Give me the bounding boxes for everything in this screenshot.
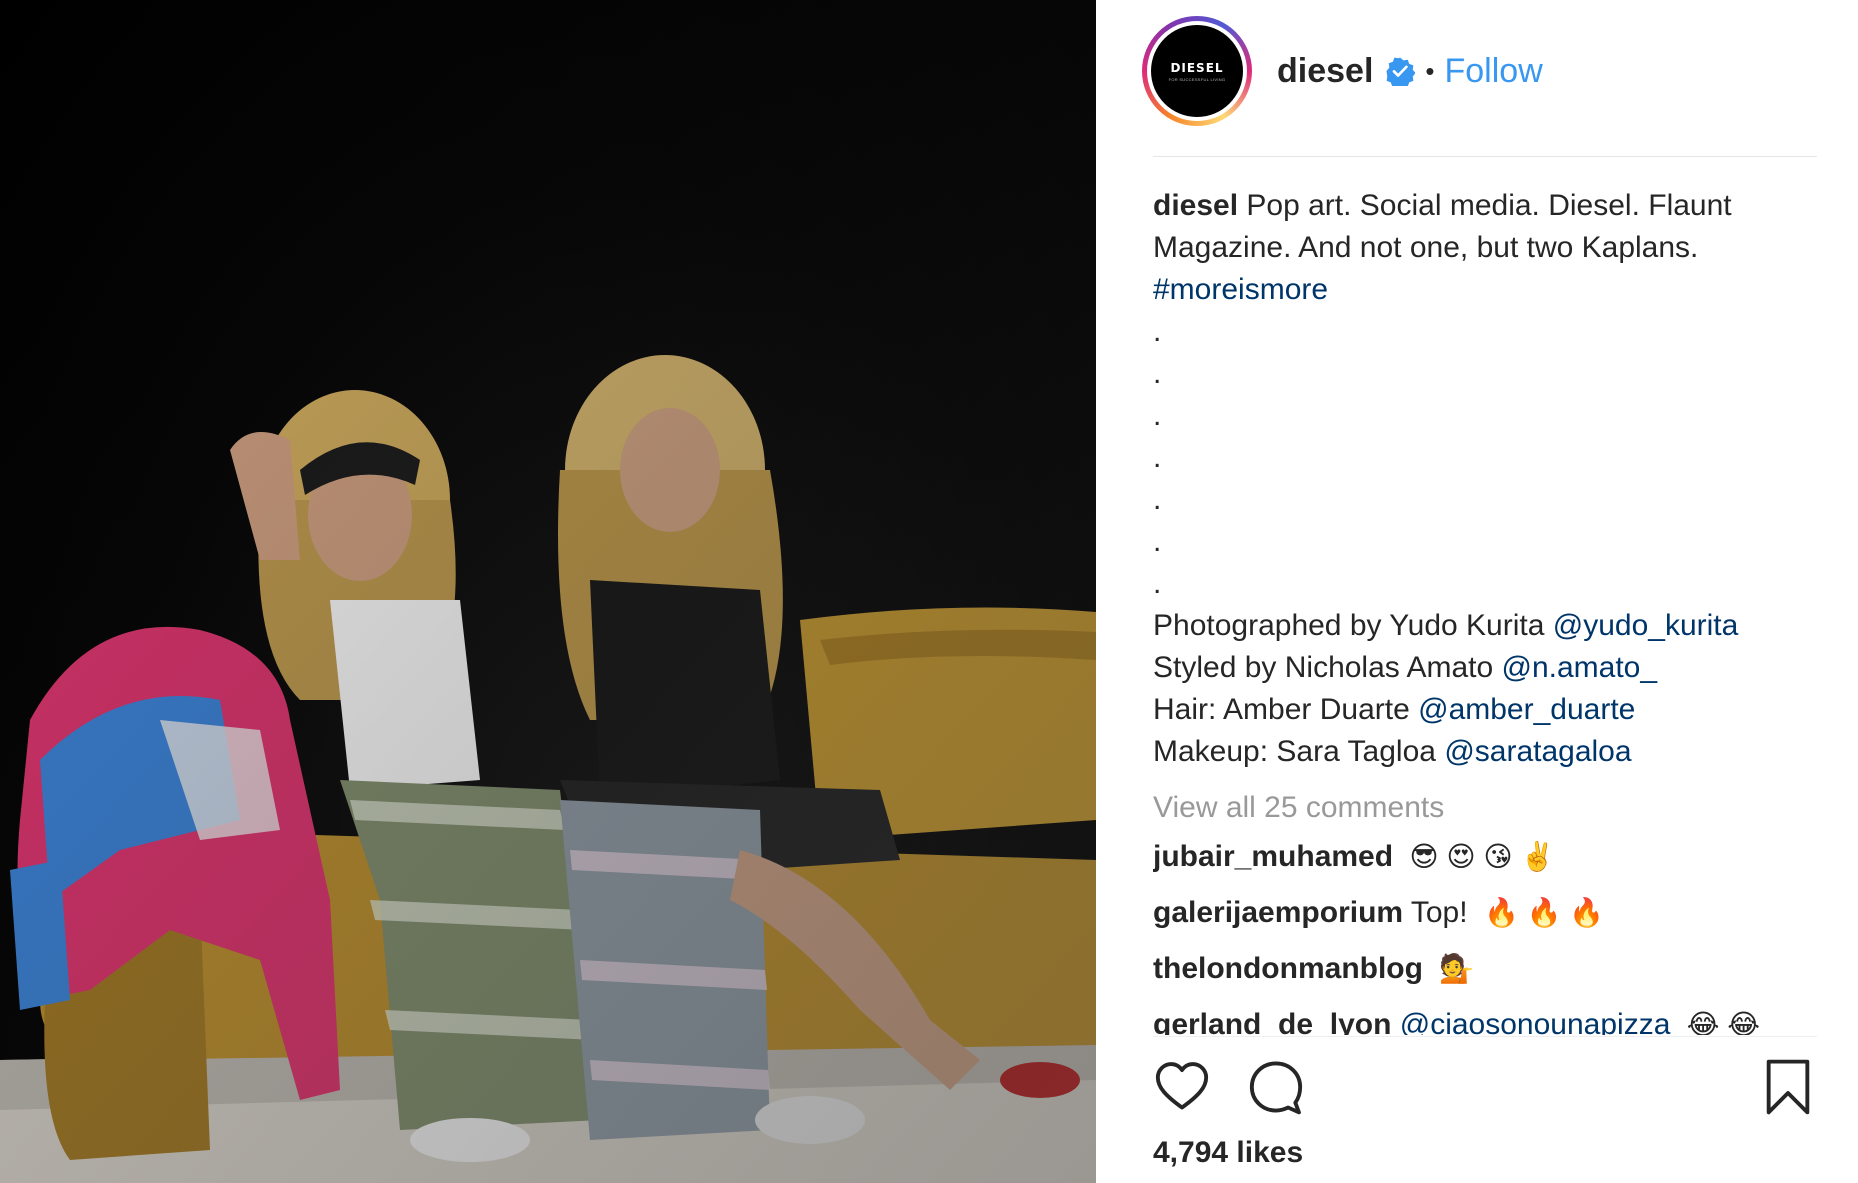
comment-emoji: 🔥 🔥 🔥	[1483, 897, 1605, 928]
actions-divider	[1153, 1036, 1817, 1037]
comment-row: thelondonmanblog 💁	[1153, 941, 1823, 997]
header-separator: •	[1425, 55, 1435, 86]
mention-link[interactable]: @yudo_kurita	[1553, 609, 1739, 642]
heart-icon[interactable]	[1153, 1058, 1211, 1116]
comment-emoji: 💁	[1439, 953, 1475, 984]
instagram-post: DIESEL for successful living diesel • Fo…	[0, 0, 1858, 1183]
caption-username[interactable]: diesel	[1153, 189, 1238, 222]
hashtag-link[interactable]: #moreismore	[1153, 273, 1328, 306]
comment-username[interactable]: jubair_muhamed	[1153, 840, 1393, 873]
follow-button[interactable]: Follow	[1445, 52, 1543, 91]
comment-text: Top!	[1410, 896, 1468, 929]
credit-line: Makeup: Sara Tagloa @saratagaloa	[1153, 735, 1632, 768]
mention-link[interactable]: @amber_duarte	[1418, 693, 1635, 726]
caption-dots: . . . . . . .	[1153, 315, 1162, 600]
caption: diesel Pop art. Social media. Diesel. Fl…	[1153, 185, 1823, 311]
comment-row: galerijaemporium Top! 🔥 🔥 🔥	[1153, 885, 1823, 941]
likes-count[interactable]: 4,794 likes	[1153, 1136, 1303, 1170]
comment-emoji: 😂 😂	[1686, 1009, 1760, 1035]
credit-line: Hair: Amber Duarte @amber_duarte	[1153, 693, 1636, 726]
view-all-comments-link[interactable]: View all 25 comments	[1153, 787, 1823, 829]
credit-line: Styled by Nicholas Amato @n.amato_	[1153, 651, 1658, 684]
avatar: DIESEL for successful living	[1151, 25, 1243, 117]
mention-link[interactable]: @saratagaloa	[1444, 735, 1631, 768]
photo-illustration	[0, 0, 1096, 1183]
comment-row: gerland_de_lyon @ciaosonounapizza 😂 😂	[1153, 997, 1823, 1035]
comment-bubble-icon[interactable]	[1247, 1058, 1305, 1116]
credit-line: Photographed by Yudo Kurita @yudo_kurita	[1153, 609, 1739, 642]
post-panel: DIESEL for successful living diesel • Fo…	[1096, 0, 1858, 1183]
comment-username[interactable]: gerland_de_lyon	[1153, 1008, 1391, 1035]
avatar-logo: DIESEL	[1170, 60, 1224, 75]
header-username[interactable]: diesel	[1277, 52, 1373, 91]
avatar-tagline: for successful living	[1168, 76, 1226, 82]
comments-section[interactable]: diesel Pop art. Social media. Diesel. Fl…	[1153, 185, 1823, 1035]
comment-mention[interactable]: @ciaosonounapizza	[1400, 1008, 1671, 1035]
bookmark-icon[interactable]	[1759, 1058, 1817, 1116]
mention-link[interactable]: @n.amato_	[1502, 651, 1658, 684]
post-header: DIESEL for successful living diesel • Fo…	[1142, 16, 1822, 126]
comment-row: jubair_muhamed 😎 😍 😘 ✌️	[1153, 829, 1823, 885]
story-ring[interactable]: DIESEL for successful living	[1142, 16, 1252, 126]
verified-badge-icon	[1386, 57, 1416, 86]
comment-username[interactable]: galerijaemporium	[1153, 896, 1403, 929]
comment-emoji: 😎 😍 😘 ✌️	[1409, 841, 1556, 872]
post-photo[interactable]	[0, 0, 1096, 1183]
comment-username[interactable]: thelondonmanblog	[1153, 952, 1423, 985]
caption-text: Pop art. Social media. Diesel. Flaunt Ma…	[1153, 189, 1732, 264]
header-divider	[1153, 156, 1817, 157]
action-bar	[1153, 1058, 1817, 1118]
